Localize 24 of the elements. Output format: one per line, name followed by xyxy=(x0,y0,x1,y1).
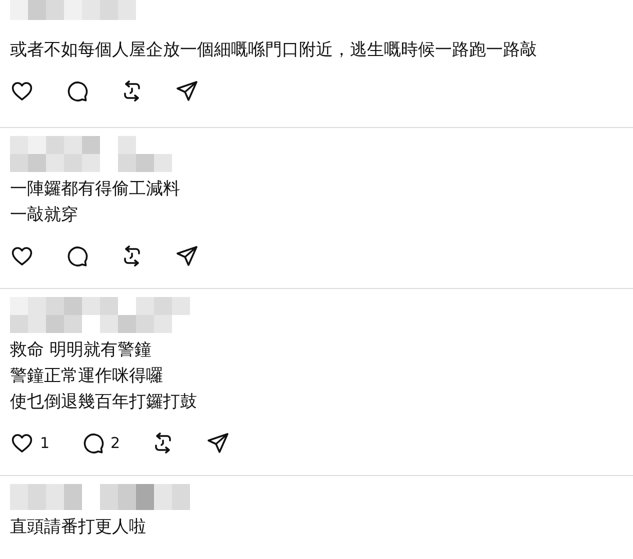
like-button[interactable] xyxy=(10,244,34,268)
reply-button[interactable] xyxy=(65,244,89,268)
heart-icon xyxy=(10,431,34,455)
like-button[interactable] xyxy=(10,79,34,103)
comment-text: 一敲就穿 xyxy=(10,204,79,227)
heart-icon xyxy=(10,244,34,268)
comment-text: 警鐘正常運作咪得囉 xyxy=(10,365,164,388)
share-button[interactable] xyxy=(206,431,230,455)
heart-icon xyxy=(10,79,34,103)
comment-text: 一陣鑼都有得偷工減料 xyxy=(10,178,181,201)
send-icon xyxy=(175,79,199,103)
comment-text: 或者不如每個人屋企放一個細嘅喺門口附近，逃生嘅時候一路跑一路敲 xyxy=(10,39,538,62)
reply-button[interactable] xyxy=(65,79,89,103)
like-button[interactable]: 1 xyxy=(10,431,50,455)
comment-icon xyxy=(65,79,89,103)
comment-text: 使乜倒退幾百年打鑼打鼓 xyxy=(10,391,198,414)
reply-button[interactable]: 2 xyxy=(80,431,120,455)
send-icon xyxy=(206,431,230,455)
comment-icon xyxy=(65,244,89,268)
share-button[interactable] xyxy=(175,244,199,268)
send-icon xyxy=(175,244,199,268)
comment-text: 直頭請番打更人啦 xyxy=(10,516,147,539)
share-button[interactable] xyxy=(175,79,199,103)
comment-text: 救命 明明就有警鐘 xyxy=(10,339,152,362)
